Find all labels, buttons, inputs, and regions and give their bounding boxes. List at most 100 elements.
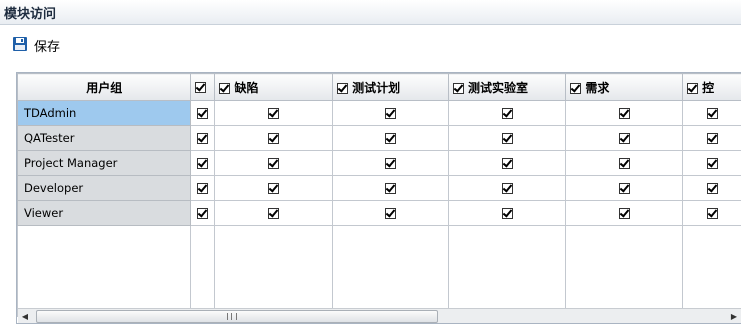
permission-cell [565,100,684,126]
user-group-name[interactable]: Viewer [17,200,192,226]
permission-cell [332,150,449,176]
permission-checkbox[interactable] [706,208,718,219]
permission-cell [332,200,449,226]
permission-checkbox[interactable] [197,208,209,219]
panel-title-bar: 模块访问 [0,0,741,25]
permission-cell [332,125,449,151]
permission-cell [447,150,567,176]
permission-checkbox[interactable] [385,208,397,219]
permission-checkbox[interactable] [197,158,209,169]
empty-cell [682,225,741,317]
permission-checkbox[interactable] [268,158,280,169]
permission-cell [190,150,216,176]
user-group-name[interactable]: QATester [17,125,192,151]
module-access-grid: 用户组 缺陷 测试计划 测试实验室 需求 控 TDAdmin QATester Pr… [16,72,741,324]
permission-checkbox[interactable] [385,158,397,169]
permission-checkbox[interactable] [501,133,513,144]
user-group-name[interactable]: TDAdmin [17,100,192,126]
test-plan-header-checkbox[interactable] [337,82,349,94]
permission-cell [447,100,567,126]
permission-cell [565,200,684,226]
scroll-right-icon[interactable]: ▶ [727,309,741,323]
permission-checkbox[interactable] [501,158,513,169]
permission-checkbox[interactable] [501,208,513,219]
column-header-test-lab[interactable]: 测试实验室 [447,73,567,101]
permission-checkbox[interactable] [268,183,280,194]
permission-checkbox[interactable] [197,108,209,119]
empty-cell [190,225,216,317]
permission-cell [190,200,216,226]
permission-checkbox[interactable] [385,108,397,119]
permission-checkbox[interactable] [706,108,718,119]
select-all-checkbox[interactable] [195,82,207,93]
permission-checkbox[interactable] [268,133,280,144]
horizontal-scrollbar[interactable]: ◀ ▶ [18,308,741,323]
permission-cell [190,100,216,126]
scroll-left-icon[interactable]: ◀ [18,309,32,323]
permission-cell [447,125,567,151]
permission-checkbox[interactable] [706,183,718,194]
permission-cell [682,175,741,201]
permission-checkbox[interactable] [385,183,397,194]
permission-cell [332,175,449,201]
empty-cell [214,225,334,317]
defects-header-checkbox[interactable] [219,82,231,94]
empty-cell [17,225,192,317]
test-lab-header-checkbox[interactable] [452,82,464,94]
permission-cell [190,175,216,201]
permission-cell [214,200,334,226]
permission-checkbox[interactable] [618,108,630,119]
permission-cell [682,125,741,151]
table-row[interactable]: Developer [17,175,741,201]
permission-checkbox[interactable] [501,183,513,194]
permission-checkbox[interactable] [268,108,280,119]
permission-checkbox[interactable] [268,208,280,219]
permission-checkbox[interactable] [618,158,630,169]
permission-cell [447,175,567,201]
user-group-name[interactable]: Project Manager [17,150,192,176]
save-button[interactable]: 保存 [12,33,60,57]
permission-checkbox[interactable] [501,108,513,119]
control-header-checkbox[interactable] [687,82,699,94]
permission-cell [682,150,741,176]
permission-checkbox[interactable] [197,133,209,144]
permission-cell [214,175,334,201]
column-header-defects[interactable]: 缺陷 [214,73,334,101]
permission-checkbox[interactable] [385,133,397,144]
table-row[interactable]: Project Manager [17,150,741,176]
column-header-select-all[interactable] [190,73,216,101]
column-header-control[interactable]: 控 [682,73,741,101]
permission-cell [565,175,684,201]
permission-checkbox[interactable] [706,133,718,144]
permission-checkbox[interactable] [618,183,630,194]
column-header-test-plan[interactable]: 测试计划 [332,73,449,101]
permission-checkbox[interactable] [706,158,718,169]
empty-cell [565,225,684,317]
permission-cell [214,150,334,176]
scrollbar-thumb[interactable] [36,310,438,323]
requirements-header-checkbox[interactable] [570,82,582,94]
column-header-user-group[interactable]: 用户组 [17,73,192,101]
column-header-requirements[interactable]: 需求 [565,73,684,101]
save-button-label: 保存 [34,39,61,55]
permission-cell [682,100,741,126]
permission-cell [214,100,334,126]
permission-checkbox[interactable] [618,133,630,144]
permission-cell [447,200,567,226]
permission-cell [190,125,216,151]
panel-title: 模块访问 [4,7,57,22]
table-row[interactable]: TDAdmin [17,100,741,126]
grid-header-row: 用户组 缺陷 测试计划 测试实验室 需求 控 [17,73,741,101]
permission-checkbox[interactable] [197,183,209,194]
floppy-disk-icon [12,36,28,55]
table-row[interactable]: Viewer [17,200,741,226]
permission-cell [565,150,684,176]
empty-cell [447,225,567,317]
table-row[interactable]: QATester [17,125,741,151]
grip-icon [227,313,237,320]
user-group-name[interactable]: Developer [17,175,192,201]
empty-cell [332,225,449,317]
permission-cell [214,125,334,151]
permission-cell [682,200,741,226]
permission-checkbox[interactable] [618,208,630,219]
